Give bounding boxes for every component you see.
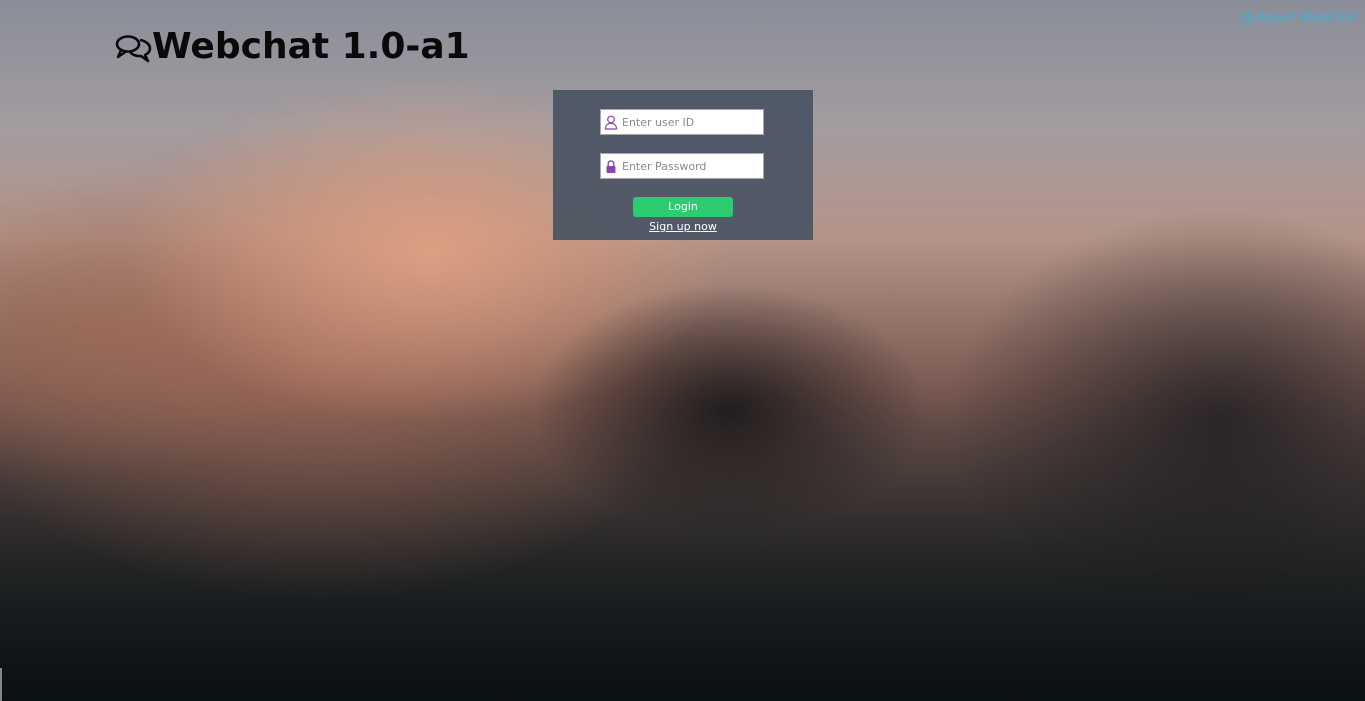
user-icon (604, 115, 618, 130)
chat-bubbles-icon (115, 30, 152, 64)
password-field[interactable] (600, 153, 764, 179)
user-id-input[interactable] (622, 110, 762, 134)
about-webchat-link[interactable]: About WebChat (1241, 11, 1358, 26)
user-id-field[interactable] (600, 109, 764, 135)
login-button[interactable]: Login (633, 197, 733, 217)
lock-icon (604, 159, 618, 174)
login-panel: Login Sign up now (553, 90, 813, 240)
edge-handle (0, 668, 2, 701)
password-input[interactable] (622, 154, 762, 178)
sign-up-link[interactable]: Sign up now (553, 220, 813, 233)
help-circle-icon (1241, 12, 1254, 25)
app-title: Webchat 1.0-a1 (115, 26, 470, 68)
app-title-text: Webchat 1.0-a1 (152, 26, 470, 67)
about-webchat-label: About WebChat (1256, 11, 1358, 26)
